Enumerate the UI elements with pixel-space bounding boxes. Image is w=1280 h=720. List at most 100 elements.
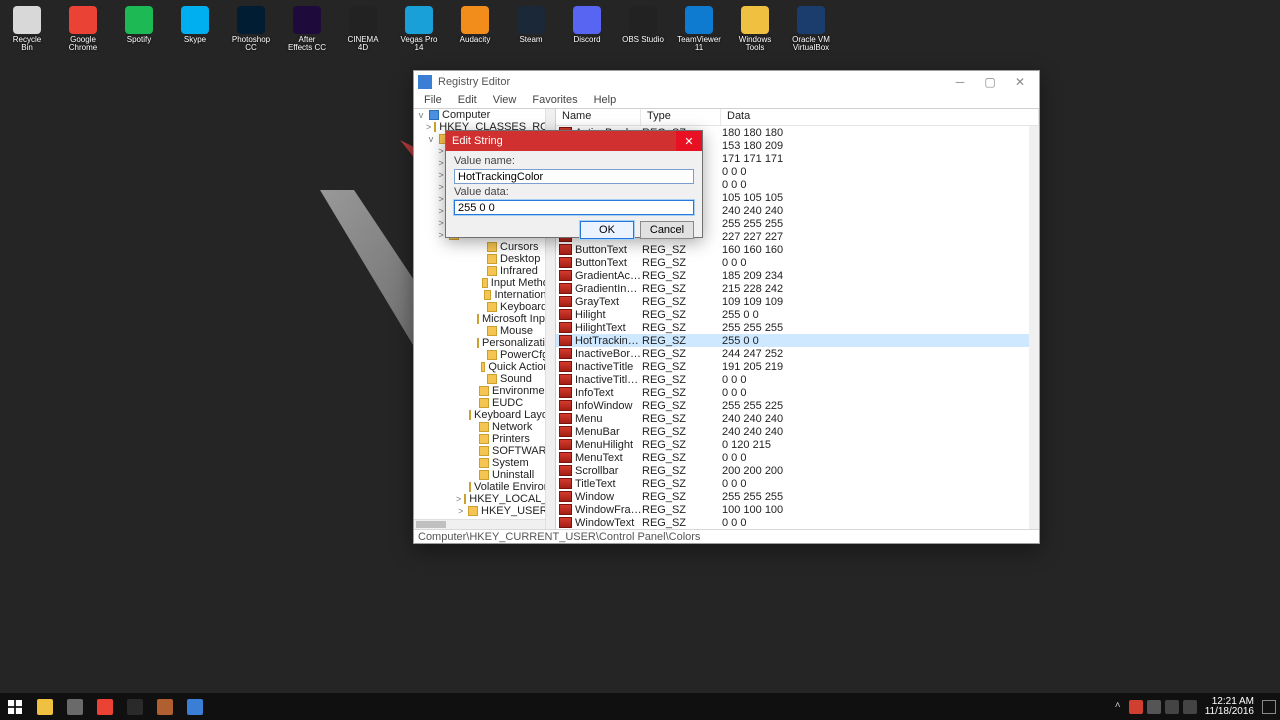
tree-item[interactable]: Sound (416, 373, 555, 385)
app-icon[interactable] (150, 693, 180, 720)
menu-view[interactable]: View (487, 93, 523, 108)
desktop-icon[interactable]: After Effects CC (286, 6, 328, 53)
tree-item[interactable]: Printers (416, 433, 555, 445)
maximize-button[interactable]: ▢ (975, 71, 1005, 93)
tree-item[interactable]: Uninstall (416, 469, 555, 481)
list-row[interactable]: WindowTextREG_SZ0 0 0 (556, 516, 1039, 529)
list-row[interactable]: InactiveBorderREG_SZ244 247 252 (556, 347, 1039, 360)
dialog-titlebar[interactable]: Edit String ✕ (446, 131, 702, 151)
col-data[interactable]: Data (721, 109, 1039, 125)
tree-item[interactable]: Network (416, 421, 555, 433)
obs-icon[interactable] (120, 693, 150, 720)
desktop-icon[interactable]: Google Chrome (62, 6, 104, 53)
tree-item[interactable]: Desktop (416, 253, 555, 265)
list-row[interactable]: ButtonTextREG_SZ0 0 0 (556, 256, 1039, 269)
tree-item[interactable]: EUDC (416, 397, 555, 409)
tree-item[interactable]: Volatile Environment (416, 481, 555, 493)
list-row[interactable]: GradientActiveT…REG_SZ185 209 234 (556, 269, 1039, 282)
menu-file[interactable]: File (418, 93, 448, 108)
list-row[interactable]: TitleTextREG_SZ0 0 0 (556, 477, 1039, 490)
list-row[interactable]: WindowREG_SZ255 255 255 (556, 490, 1039, 503)
tray-network-icon[interactable] (1165, 700, 1179, 714)
expand-icon[interactable]: > (426, 122, 431, 132)
dialog-close-button[interactable]: ✕ (676, 131, 702, 151)
menu-favorites[interactable]: Favorites (526, 93, 583, 108)
minimize-button[interactable]: ─ (945, 71, 975, 93)
chrome-icon[interactable] (90, 693, 120, 720)
list-row[interactable]: MenuHilightREG_SZ0 120 215 (556, 438, 1039, 451)
clock[interactable]: 12:21 AM 11/18/2016 (1201, 697, 1258, 717)
col-name[interactable]: Name (556, 109, 641, 125)
tree-item[interactable]: Quick Actions (416, 361, 555, 373)
close-button[interactable]: ✕ (1005, 71, 1035, 93)
desktop-icon[interactable]: CINEMA 4D (342, 6, 384, 53)
tree-item[interactable]: vComputer (416, 109, 555, 121)
action-center-icon[interactable] (1262, 700, 1276, 714)
desktop-icon[interactable]: Steam (510, 6, 552, 53)
col-type[interactable]: Type (641, 109, 721, 125)
tree-item[interactable]: Input Method (416, 277, 555, 289)
list-row[interactable]: ScrollbarREG_SZ200 200 200 (556, 464, 1039, 477)
expand-icon[interactable]: v (426, 134, 436, 144)
expand-icon[interactable]: > (456, 494, 461, 504)
value-name-input[interactable] (454, 169, 694, 184)
tree-item[interactable]: Keyboard (416, 301, 555, 313)
list-header[interactable]: Name Type Data (556, 109, 1039, 126)
start-button[interactable] (0, 693, 30, 720)
list-row[interactable]: HotTrackingColorREG_SZ255 0 0 (556, 334, 1039, 347)
value-data-input[interactable] (454, 200, 694, 215)
desktop-icon[interactable]: Recycle Bin (6, 6, 48, 53)
ok-button[interactable]: OK (580, 221, 634, 239)
desktop-icon[interactable]: Spotify (118, 6, 160, 53)
list-row[interactable]: GrayTextREG_SZ109 109 109 (556, 295, 1039, 308)
list-row[interactable]: MenuREG_SZ240 240 240 (556, 412, 1039, 425)
list-row[interactable]: HilightTextREG_SZ255 255 255 (556, 321, 1039, 334)
tree-item[interactable]: PowerCfg (416, 349, 555, 361)
tree-item[interactable]: Microsoft Input D… (416, 313, 555, 325)
desktop-icon[interactable]: Discord (566, 6, 608, 53)
desktop-icon[interactable]: Oracle VM VirtualBox (790, 6, 832, 53)
list-row[interactable]: InfoTextREG_SZ0 0 0 (556, 386, 1039, 399)
tray-chevron-icon[interactable]: ˄ (1111, 700, 1125, 714)
list-vscrollbar[interactable] (1029, 126, 1039, 529)
desktop-icon[interactable]: Skype (174, 6, 216, 53)
regedit-icon[interactable] (180, 693, 210, 720)
tray-onedrive-icon[interactable] (1147, 700, 1161, 714)
tree-item[interactable]: Infrared (416, 265, 555, 277)
tree-item[interactable]: Mouse (416, 325, 555, 337)
list-row[interactable]: InfoWindowREG_SZ255 255 225 (556, 399, 1039, 412)
tree-item[interactable]: International (416, 289, 555, 301)
tray-volume-icon[interactable] (1183, 700, 1197, 714)
desktop-icon[interactable]: Windows Tools (734, 6, 776, 53)
cancel-button[interactable]: Cancel (640, 221, 694, 239)
menu-edit[interactable]: Edit (452, 93, 483, 108)
list-row[interactable]: GradientInactiv…REG_SZ215 228 242 (556, 282, 1039, 295)
list-row[interactable]: InactiveTitleTextREG_SZ0 0 0 (556, 373, 1039, 386)
tree-item[interactable]: Personalization (416, 337, 555, 349)
tree-hscrollbar[interactable] (414, 519, 545, 529)
list-row[interactable]: MenuBarREG_SZ240 240 240 (556, 425, 1039, 438)
list-row[interactable]: WindowFrameREG_SZ100 100 100 (556, 503, 1039, 516)
list-row[interactable]: ButtonTextREG_SZ160 160 160 (556, 243, 1039, 256)
desktop-icon[interactable]: TeamViewer 11 (678, 6, 720, 53)
tree-item[interactable]: System (416, 457, 555, 469)
desktop-icon[interactable]: Audacity (454, 6, 496, 53)
list-row[interactable]: MenuTextREG_SZ0 0 0 (556, 451, 1039, 464)
tree-item[interactable]: Keyboard Layout (416, 409, 555, 421)
expand-icon[interactable]: v (416, 110, 426, 120)
tree-item[interactable]: >HKEY_USERS (416, 505, 555, 517)
tree-item[interactable]: >HKEY_LOCAL_MACHINE (416, 493, 555, 505)
tree-item[interactable]: Environment (416, 385, 555, 397)
snipping-icon[interactable] (60, 693, 90, 720)
desktop-icon[interactable]: OBS Studio (622, 6, 664, 53)
file-explorer-icon[interactable] (30, 693, 60, 720)
expand-icon[interactable]: > (456, 506, 465, 516)
titlebar[interactable]: Registry Editor ─ ▢ ✕ (414, 71, 1039, 93)
list-row[interactable]: InactiveTitleREG_SZ191 205 219 (556, 360, 1039, 373)
list-row[interactable]: HilightREG_SZ255 0 0 (556, 308, 1039, 321)
tree-item[interactable]: SOFTWARE (416, 445, 555, 457)
tray-security-icon[interactable] (1129, 700, 1143, 714)
menu-help[interactable]: Help (588, 93, 623, 108)
desktop-icon[interactable]: Photoshop CC (230, 6, 272, 53)
desktop-icon[interactable]: Vegas Pro 14 (398, 6, 440, 53)
